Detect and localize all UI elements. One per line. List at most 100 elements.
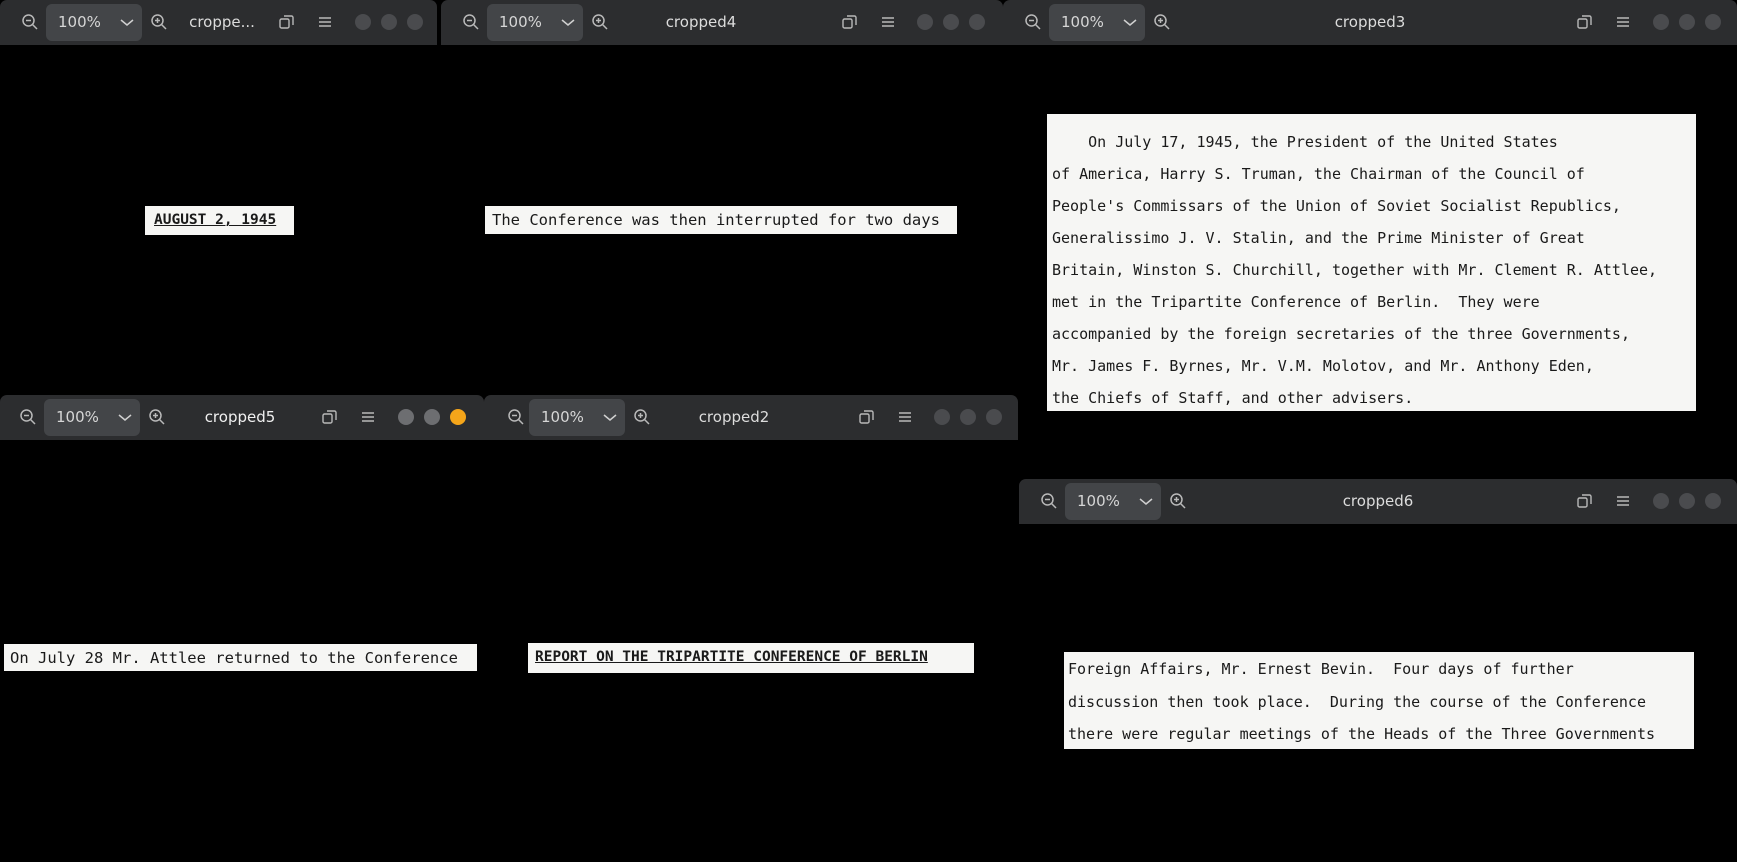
close-button[interactable] (450, 409, 466, 425)
document-image: REPORT ON THE TRIPARTITE CONFERENCE OF B… (528, 643, 974, 673)
close-button[interactable] (1705, 14, 1721, 30)
document-image: On July 17, 1945, the President of the U… (1047, 114, 1696, 411)
document-line: the Chiefs of Staff, and other advisers. (1052, 389, 1414, 407)
zoom-out-icon[interactable] (504, 405, 528, 429)
minimize-button[interactable] (355, 14, 371, 30)
maximize-button[interactable] (1679, 493, 1695, 509)
chevron-down-icon (118, 14, 136, 30)
restore-icon[interactable] (839, 11, 861, 33)
document-line: Mr. James F. Byrnes, Mr. V.M. Molotov, a… (1052, 357, 1594, 375)
zoom-dropdown[interactable]: 100% (529, 399, 625, 436)
maximize-button[interactable] (1679, 14, 1695, 30)
window-titlebar[interactable]: 100% cropped4 (441, 0, 1003, 45)
close-button[interactable] (407, 14, 423, 30)
viewer-window-cropped3: 100% cropped3 On July 17, 1945, the Pres… (1003, 0, 1737, 478)
document-line: Britain, Winston S. Churchill, together … (1052, 261, 1658, 279)
window-title: cropped5 (204, 408, 276, 426)
menu-icon[interactable] (877, 11, 899, 33)
zoom-value: 100% (56, 408, 99, 426)
viewer-window-cropped1: 100% croppe... AUGUST 2, 1945 (0, 0, 437, 395)
document-line: REPORT ON THE TRIPARTITE CONFERENCE OF B… (535, 649, 928, 665)
close-button[interactable] (969, 14, 985, 30)
zoom-in-icon[interactable] (1150, 10, 1174, 34)
close-button[interactable] (1705, 493, 1721, 509)
document-image: The Conference was then interrupted for … (485, 206, 957, 234)
zoom-out-icon[interactable] (16, 405, 40, 429)
menu-icon[interactable] (1612, 490, 1634, 512)
viewer-window-cropped2: 100% cropped2 REPORT ON THE TRIPARTITE C… (484, 395, 1018, 862)
document-line: On July 28 Mr. Attlee returned to the Co… (10, 649, 458, 667)
document-line: Foreign Affairs, Mr. Ernest Bevin. Four … (1068, 660, 1574, 678)
window-titlebar[interactable]: 100% cropped5 (0, 395, 484, 440)
document-image: Foreign Affairs, Mr. Ernest Bevin. Four … (1064, 652, 1694, 749)
chevron-down-icon (1137, 493, 1155, 509)
window-title: cropped4 (665, 13, 737, 31)
zoom-in-icon[interactable] (588, 10, 612, 34)
viewer-window-cropped5: 100% cropped5 On July 28 Mr. Attlee retu… (0, 395, 484, 862)
zoom-in-icon[interactable] (147, 10, 171, 34)
maximize-button[interactable] (424, 409, 440, 425)
document-line: met in the Tripartite Conference of Berl… (1052, 293, 1540, 311)
zoom-out-icon[interactable] (18, 10, 42, 34)
window-titlebar[interactable]: 100% cropped2 (484, 395, 1018, 440)
minimize-button[interactable] (1653, 493, 1669, 509)
window-title: cropped6 (1342, 492, 1414, 510)
document-image: On July 28 Mr. Attlee returned to the Co… (4, 644, 477, 671)
minimize-button[interactable] (398, 409, 414, 425)
maximize-button[interactable] (381, 14, 397, 30)
zoom-out-icon[interactable] (1037, 489, 1061, 513)
document-line: of America, Harry S. Truman, the Chairma… (1052, 165, 1585, 183)
zoom-out-icon[interactable] (1021, 10, 1045, 34)
restore-icon[interactable] (319, 406, 341, 428)
document-line: People's Commissars of the Union of Sovi… (1052, 197, 1621, 215)
document-line: Generalissimo J. V. Stalin, and the Prim… (1052, 229, 1585, 247)
maximize-button[interactable] (960, 409, 976, 425)
menu-icon[interactable] (1612, 11, 1634, 33)
minimize-button[interactable] (934, 409, 950, 425)
zoom-dropdown[interactable]: 100% (1049, 4, 1145, 41)
restore-icon[interactable] (1574, 490, 1596, 512)
zoom-value: 100% (58, 13, 101, 31)
zoom-out-icon[interactable] (459, 10, 483, 34)
menu-icon[interactable] (894, 406, 916, 428)
restore-icon[interactable] (276, 11, 298, 33)
viewer-window-cropped4: 100% cropped4 The Conference was then in… (441, 0, 1003, 395)
document-line: On July 17, 1945, the President of the U… (1052, 133, 1558, 151)
zoom-dropdown[interactable]: 100% (1065, 483, 1161, 520)
document-line: The Conference was then interrupted for … (492, 211, 940, 229)
zoom-dropdown[interactable]: 100% (46, 4, 142, 41)
zoom-in-icon[interactable] (1166, 489, 1190, 513)
maximize-button[interactable] (943, 14, 959, 30)
zoom-value: 100% (1061, 13, 1104, 31)
zoom-dropdown[interactable]: 100% (487, 4, 583, 41)
menu-icon[interactable] (314, 11, 336, 33)
minimize-button[interactable] (1653, 14, 1669, 30)
zoom-value: 100% (499, 13, 542, 31)
zoom-in-icon[interactable] (630, 405, 654, 429)
window-title: cropped3 (1334, 13, 1406, 31)
minimize-button[interactable] (917, 14, 933, 30)
restore-icon[interactable] (1574, 11, 1596, 33)
window-titlebar[interactable]: 100% cropped6 (1019, 479, 1737, 524)
chevron-down-icon (116, 409, 134, 425)
zoom-dropdown[interactable]: 100% (44, 399, 140, 436)
document-line: discussion then took place. During the c… (1068, 693, 1646, 711)
document-line: accompanied by the foreign secretaries o… (1052, 325, 1630, 343)
menu-icon[interactable] (357, 406, 379, 428)
window-titlebar[interactable]: 100% cropped3 (1003, 0, 1737, 45)
chevron-down-icon (559, 14, 577, 30)
zoom-value: 100% (541, 408, 584, 426)
viewer-window-cropped6: 100% cropped6 Foreign Affairs, Mr. Ernes… (1019, 479, 1737, 862)
window-title: cropped2 (698, 408, 770, 426)
document-line: there were regular meetings of the Heads… (1068, 725, 1655, 743)
zoom-in-icon[interactable] (145, 405, 169, 429)
document-image: AUGUST 2, 1945 (145, 206, 294, 235)
chevron-down-icon (601, 409, 619, 425)
window-titlebar[interactable]: 100% croppe... (0, 0, 437, 45)
close-button[interactable] (986, 409, 1002, 425)
zoom-value: 100% (1077, 492, 1120, 510)
restore-icon[interactable] (856, 406, 878, 428)
chevron-down-icon (1121, 14, 1139, 30)
window-title: croppe... (189, 13, 255, 31)
document-line: AUGUST 2, 1945 (154, 212, 277, 228)
